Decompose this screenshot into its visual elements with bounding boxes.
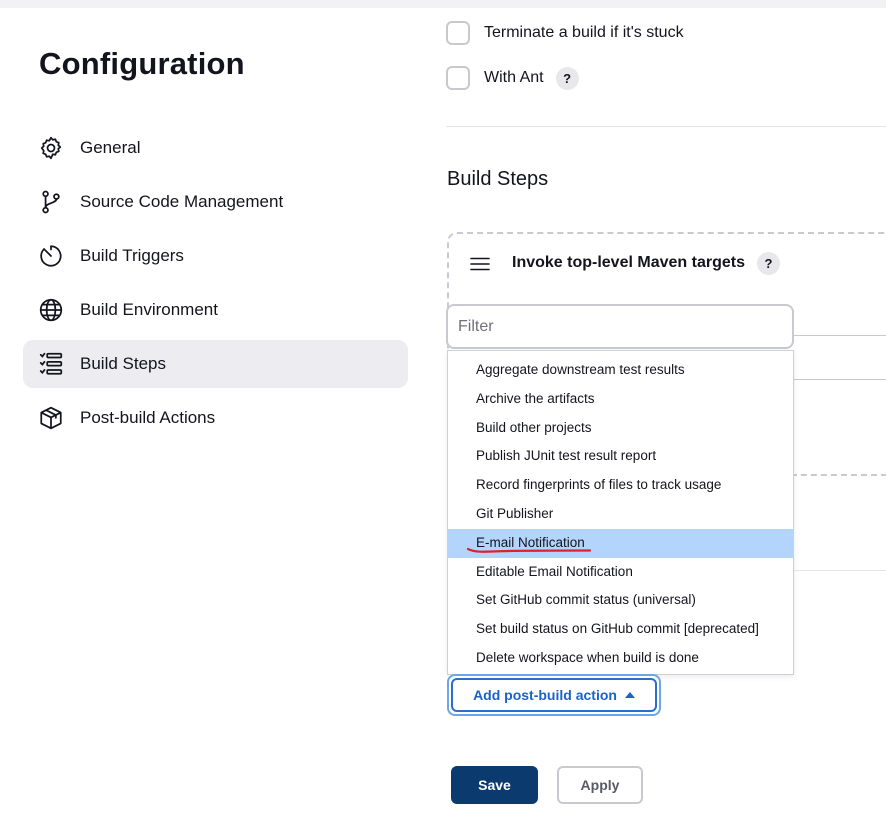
menu-item[interactable]: Aggregate downstream test results	[448, 356, 793, 385]
caret-up-icon	[624, 692, 635, 698]
add-post-build-action-inner: Add post-build action	[451, 678, 657, 712]
sidebar-item-label: Post-build Actions	[80, 408, 216, 427]
terminate-stuck-label: Terminate a build if it's stuck	[484, 24, 684, 41]
sidebar-item-build-environment[interactable]: Build Environment	[23, 286, 408, 334]
with-ant-label: With Ant	[484, 69, 544, 86]
list-steps-icon	[37, 350, 65, 378]
terminate-stuck-checkbox[interactable]	[446, 21, 470, 45]
menu-item[interactable]: Archive the artifacts	[448, 385, 793, 414]
help-icon[interactable]: ?	[757, 252, 780, 275]
globe-icon	[37, 296, 65, 324]
drag-handle-icon[interactable]	[470, 256, 490, 272]
sidebar-item-build-triggers[interactable]: Build Triggers	[23, 232, 408, 280]
sidebar-item-label: Build Environment	[80, 300, 218, 319]
sidebar-item-source-code-management[interactable]: Source Code Management	[23, 178, 408, 226]
package-icon	[37, 404, 65, 432]
top-strip	[0, 0, 886, 8]
build-steps-title: Build Steps	[447, 168, 549, 190]
apply-button[interactable]: Apply	[557, 766, 643, 804]
hidden-field-border	[793, 379, 886, 380]
add-post-build-action-button[interactable]: Add post-build action	[447, 674, 661, 716]
sidebar-item-label: Source Code Management	[80, 192, 284, 211]
gear-icon	[37, 134, 65, 162]
sidebar-item-label: General	[80, 138, 141, 157]
with-ant-option: With Ant ?	[446, 66, 579, 90]
menu-item[interactable]: Set GitHub commit status (universal)	[448, 586, 793, 615]
section-divider	[794, 570, 886, 571]
filter-input[interactable]	[446, 304, 794, 349]
sidebar-item-label: Build Triggers	[80, 246, 184, 265]
menu-item[interactable]: E-mail Notification	[448, 528, 793, 558]
menu-item[interactable]: Set build status on GitHub commit [depre…	[448, 615, 793, 644]
build-step-title: Invoke top-level Maven targets	[512, 254, 745, 271]
menu-item[interactable]: Delete workspace when build is done	[448, 644, 793, 673]
sidebar-item-build-steps[interactable]: Build Steps	[23, 340, 408, 388]
hidden-field-border	[793, 335, 886, 336]
menu-item[interactable]: Build other projects	[448, 414, 793, 443]
menu-item[interactable]: Git Publisher	[448, 500, 793, 529]
menu-item[interactable]: Record fingerprints of files to track us…	[448, 471, 793, 500]
git-branch-icon	[37, 188, 65, 216]
section-divider	[446, 126, 886, 127]
save-button[interactable]: Save	[451, 766, 538, 804]
sidebar-item-post-build-actions[interactable]: Post-build Actions	[23, 394, 408, 442]
page-title: Configuration	[39, 46, 245, 81]
menu-item[interactable]: Publish JUnit test result report	[448, 442, 793, 471]
sidebar-item-label: Build Steps	[80, 354, 166, 373]
menu-item[interactable]: Editable Email Notification	[448, 558, 793, 587]
with-ant-checkbox[interactable]	[446, 66, 470, 90]
help-icon[interactable]: ?	[555, 66, 579, 90]
add-post-build-action-label: Add post-build action	[473, 687, 617, 703]
sidebar-nav: General Source Code Management Build Tri…	[23, 124, 408, 448]
clock-icon	[37, 242, 65, 270]
sidebar-item-general[interactable]: General	[23, 124, 408, 172]
post-build-action-menu: Aggregate downstream test results Archive…	[447, 350, 794, 675]
terminate-stuck-option: Terminate a build if it's stuck	[446, 21, 684, 45]
